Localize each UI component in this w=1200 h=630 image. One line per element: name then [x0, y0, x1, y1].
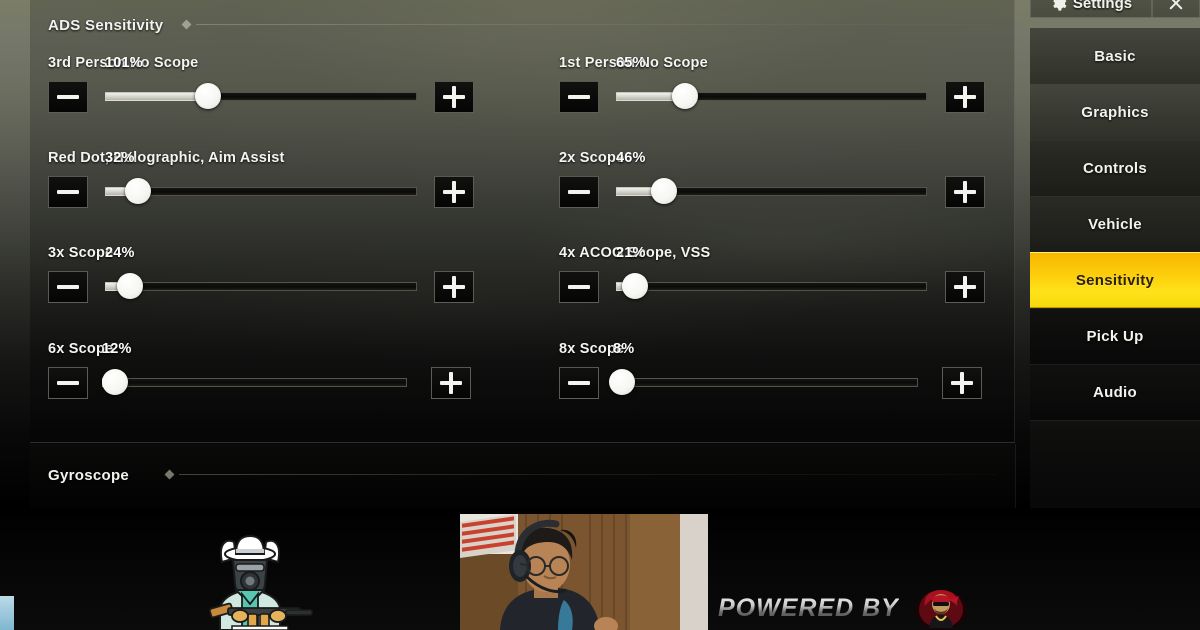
sponsor-logo	[914, 590, 967, 630]
increase-button-red-dot[interactable]	[434, 176, 474, 208]
minus-icon	[568, 381, 590, 385]
minus-icon	[568, 285, 590, 289]
sidebar-item-next[interactable]	[1030, 420, 1200, 508]
gaming-mascot-logo	[208, 534, 313, 630]
plus-icon-v	[963, 181, 967, 203]
decrease-button-red-dot[interactable]	[48, 176, 88, 208]
decrease-button-6x-scope[interactable]	[48, 367, 88, 399]
slider-label: 3x Scope	[48, 245, 114, 261]
increase-button-8x-scope[interactable]	[942, 367, 982, 399]
close-button[interactable]	[1152, 0, 1200, 18]
slider-value: 32%	[105, 150, 135, 166]
slider-track[interactable]	[613, 378, 918, 387]
plus-icon-v	[963, 86, 967, 108]
sidebar-item-pick-up[interactable]: Pick Up	[1030, 308, 1200, 364]
plus-icon-v	[452, 86, 456, 108]
sidebar-item-label: Pick Up	[1086, 328, 1144, 345]
slider-label: Red Dot, Holographic, Aim Assist	[48, 150, 285, 166]
slider-knob[interactable]	[651, 178, 677, 204]
decrease-button-3x-scope[interactable]	[48, 271, 88, 303]
minus-icon	[57, 381, 79, 385]
slider-knob[interactable]	[609, 369, 635, 395]
sidebar-item-basic[interactable]: Basic	[1030, 28, 1200, 84]
decrease-button-2x-scope[interactable]	[559, 176, 599, 208]
slider-value: 101%	[105, 55, 143, 71]
slider-track[interactable]	[616, 282, 927, 291]
slider-track[interactable]	[105, 187, 417, 196]
sidebar-item-label: Sensitivity	[1075, 271, 1155, 289]
slider-track[interactable]	[102, 378, 407, 387]
sidebar-item-vehicle[interactable]: Vehicle	[1030, 196, 1200, 252]
slider-value: 65%	[616, 55, 646, 71]
slider-value: 12%	[102, 341, 132, 357]
decrease-button-4x-acog-scope[interactable]	[559, 271, 599, 303]
section-title-ads-sensitivity: ADS Sensitivity	[48, 17, 164, 34]
increase-button-6x-scope[interactable]	[431, 367, 471, 399]
plus-icon-v	[452, 276, 456, 298]
minus-icon	[57, 190, 79, 194]
plus-icon-v	[452, 181, 456, 203]
sidebar-item-label: Audio	[1093, 384, 1137, 401]
plus-icon-v	[449, 372, 453, 394]
sidebar-item-audio[interactable]: Audio	[1030, 364, 1200, 420]
powered-by-label: POWERED BY	[718, 593, 899, 622]
sidebar-item-sensitivity[interactable]: Sensitivity	[1030, 252, 1200, 308]
streamer-webcam	[460, 514, 708, 630]
section-title-gyroscope: Gyroscope	[48, 467, 130, 484]
powered-by-block: POWERED BY	[718, 586, 969, 630]
close-icon	[1169, 0, 1183, 10]
settings-sidebar: Settings Basic Graphics Controls Vehicle…	[1030, 0, 1200, 508]
increase-button-3x-scope[interactable]	[434, 271, 474, 303]
decrease-button-1st-person-no-scope[interactable]	[559, 81, 599, 113]
settings-header: Settings	[1030, 0, 1200, 18]
minus-icon	[568, 190, 590, 194]
settings-title: Settings	[1072, 0, 1133, 12]
sidebar-item-label: Graphics	[1081, 104, 1149, 121]
slider-value: 21%	[616, 245, 646, 261]
increase-button-4x-acog-scope[interactable]	[945, 271, 985, 303]
section-rule-gyroscope	[179, 474, 997, 475]
gear-icon	[1053, 0, 1067, 11]
webcam-frame	[460, 514, 708, 630]
slider-value: 8%	[613, 341, 635, 357]
slider-label: 2x Scope	[559, 150, 625, 166]
decrease-button-8x-scope[interactable]	[559, 367, 599, 399]
decrease-button-3rd-person-no-scope[interactable]	[48, 81, 88, 113]
slider-knob[interactable]	[672, 83, 698, 109]
slider-knob[interactable]	[622, 273, 648, 299]
increase-button-3rd-person-no-scope[interactable]	[434, 81, 474, 113]
sidebar-item-graphics[interactable]: Graphics	[1030, 84, 1200, 140]
slider-knob[interactable]	[102, 369, 128, 395]
sidebar-item-controls[interactable]: Controls	[1030, 140, 1200, 196]
slider-value: 24%	[105, 245, 135, 261]
settings-title-box: Settings	[1030, 0, 1152, 18]
slider-knob[interactable]	[117, 273, 143, 299]
slider-value: 46%	[616, 150, 646, 166]
minus-icon	[568, 95, 590, 99]
section-rule-ads	[196, 24, 996, 25]
game-background: ADS Sensitivity Gyroscope 3rd Person No …	[0, 0, 1200, 508]
minus-icon	[57, 285, 79, 289]
overlay-accent-strip-left	[0, 596, 14, 630]
settings-panel-lower	[30, 444, 1016, 508]
slider-knob[interactable]	[125, 178, 151, 204]
slider-knob[interactable]	[195, 83, 221, 109]
slider-fill	[105, 92, 208, 101]
slider-track[interactable]	[105, 282, 417, 291]
increase-button-2x-scope[interactable]	[945, 176, 985, 208]
sidebar-item-label: Vehicle	[1088, 216, 1142, 233]
minus-icon	[57, 95, 79, 99]
plus-icon-v	[963, 276, 967, 298]
increase-button-1st-person-no-scope[interactable]	[945, 81, 985, 113]
sidebar-item-label: Basic	[1094, 48, 1136, 65]
plus-icon-v	[960, 372, 964, 394]
sidebar-item-label: Controls	[1082, 160, 1148, 177]
